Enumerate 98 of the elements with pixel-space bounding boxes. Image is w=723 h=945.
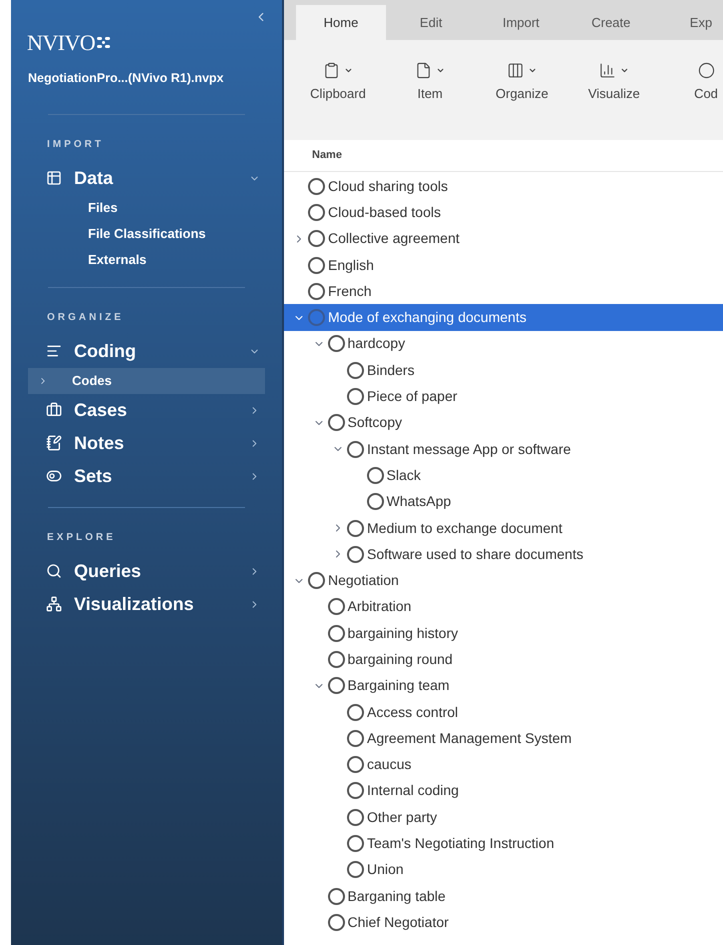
code-name: Medium to exchange document: [367, 518, 562, 538]
tree-row[interactable]: French: [284, 278, 723, 304]
tree-row[interactable]: Access control: [284, 698, 723, 726]
tree-row[interactable]: Software used to share documents: [284, 541, 723, 568]
ribbon-tab[interactable]: Home: [296, 5, 386, 40]
ribbon-tab[interactable]: Import: [476, 5, 566, 40]
nav-item[interactable]: Data: [11, 162, 282, 195]
tree-row[interactable]: Chief Negotiator: [284, 909, 723, 936]
code-name: bargaining round: [348, 650, 453, 669]
code-name: Softcopy: [348, 413, 402, 432]
tree-row[interactable]: Barganing table: [284, 883, 723, 910]
tree-row[interactable]: Agreement Management System: [284, 725, 723, 752]
code-name: Internal coding: [367, 781, 459, 800]
circle-icon: [698, 62, 714, 78]
tree-row[interactable]: Softcopy: [284, 410, 723, 436]
tree-row[interactable]: Cloud sharing tools: [284, 173, 723, 200]
ribbon-button[interactable]: Clipboard: [292, 58, 384, 104]
tree-row[interactable]: Internal coding: [284, 778, 723, 804]
code-name: Collective agreement: [328, 229, 460, 248]
code-name: Team's Negotiating Instruction: [367, 834, 554, 854]
tree-row[interactable]: bargaining history: [284, 620, 723, 646]
code-name: caucus: [367, 755, 412, 774]
tree-row[interactable]: Piece of paper: [284, 383, 723, 410]
tree-row[interactable]: Instant message App or software: [284, 436, 723, 462]
code-name: Binders: [367, 360, 414, 380]
nav-item[interactable]: Coding: [11, 334, 282, 368]
section-header: IMPORT: [46, 138, 105, 152]
search-icon: [46, 563, 62, 580]
code-name: Agreement Management System: [367, 728, 572, 748]
code-name: Slack: [386, 466, 421, 485]
code-name: Chief Negotiator: [348, 912, 449, 932]
network-icon: [46, 596, 62, 612]
nav-subitem[interactable]: File Classifications: [28, 220, 265, 247]
tree-row[interactable]: WhatsApp: [284, 488, 723, 515]
code-name: Negotiation: [328, 571, 399, 590]
dots-icon: [96, 36, 112, 50]
tree-row[interactable]: hardcopy: [284, 330, 723, 358]
tree-row[interactable]: Negotiation: [284, 567, 723, 594]
document-icon: [415, 62, 432, 78]
lines-icon: [46, 343, 62, 360]
notebook-icon: [46, 435, 62, 452]
bar-chart-icon: [599, 62, 616, 78]
code-name: Cloud-based tools: [328, 202, 441, 222]
column-header[interactable]: Name: [284, 147, 342, 164]
nav-item[interactable]: Sets: [11, 460, 282, 493]
tree-row[interactable]: Medium to exchange document: [284, 514, 723, 542]
tree-row[interactable]: English: [284, 252, 723, 278]
code-name: Arbitration: [348, 597, 412, 616]
code-name: hardcopy: [348, 334, 406, 354]
section-header: EXPLORE: [46, 530, 117, 545]
code-name: Bargaining team: [348, 676, 450, 696]
code-name: English: [328, 256, 374, 275]
nav-item[interactable]: Notes: [11, 426, 282, 460]
ribbon-tab[interactable]: Edit: [386, 5, 476, 40]
tree-row[interactable]: Other party: [284, 804, 723, 830]
tree-row[interactable]: Mode of exchanging documents: [284, 304, 723, 331]
code-name: Mode of exchanging documents: [328, 308, 526, 328]
nav-subitem[interactable]: Files: [28, 194, 265, 221]
project-name: NegotiationPro...(NVivo R1).nvpx: [27, 70, 225, 87]
briefcase-icon: [46, 402, 62, 418]
ribbon-button[interactable]: Organize: [476, 58, 568, 104]
code-name: Software used to share documents: [367, 544, 584, 564]
code-name: Barganing table: [348, 886, 446, 906]
tree-row[interactable]: caucus: [284, 752, 723, 778]
tree-row[interactable]: Team's Negotiating Instruction: [284, 830, 723, 857]
code-name: Piece of paper: [367, 387, 458, 406]
tree-row[interactable]: Bargaining team: [284, 672, 723, 699]
tree-row[interactable]: Slack: [284, 462, 723, 489]
nav-item[interactable]: Queries: [11, 554, 282, 588]
ribbon-tab[interactable]: Create: [566, 5, 656, 40]
code-name: French: [328, 282, 372, 301]
code-name: Instant message App or software: [367, 440, 571, 459]
nav-subitem[interactable]: Codes: [28, 368, 265, 394]
nav-item[interactable]: Visualizations: [11, 588, 282, 621]
nav-item[interactable]: Cases: [11, 394, 282, 427]
clipboard-icon: [323, 62, 340, 78]
toggle-icon: [46, 468, 62, 484]
section-header: ORGANIZE: [46, 310, 125, 325]
code-name: WhatsApp: [386, 492, 452, 512]
ribbon-button[interactable]: Cod: [660, 58, 723, 104]
ribbon-button[interactable]: Visualize: [568, 58, 660, 104]
code-name: Access control: [367, 702, 458, 722]
nav-subitem[interactable]: Externals: [28, 246, 265, 273]
ribbon-button[interactable]: Item: [384, 58, 476, 104]
table-icon: [46, 170, 62, 186]
logo: NVIVO: [27, 29, 96, 57]
tree-row[interactable]: Cloud-based tools: [284, 199, 723, 226]
ribbon-tab[interactable]: Exp: [656, 5, 723, 40]
code-name: bargaining history: [348, 624, 458, 643]
tree-row[interactable]: Collective agreement: [284, 226, 723, 252]
columns-icon: [507, 62, 524, 78]
tree-row[interactable]: bargaining round: [284, 646, 723, 673]
tree-row[interactable]: Binders: [284, 357, 723, 384]
tree-row[interactable]: Arbitration: [284, 594, 723, 620]
code-name: Union: [367, 860, 404, 880]
code-name: Other party: [367, 808, 438, 827]
code-name: Cloud sharing tools: [328, 176, 448, 196]
tree-row[interactable]: Union: [284, 856, 723, 884]
